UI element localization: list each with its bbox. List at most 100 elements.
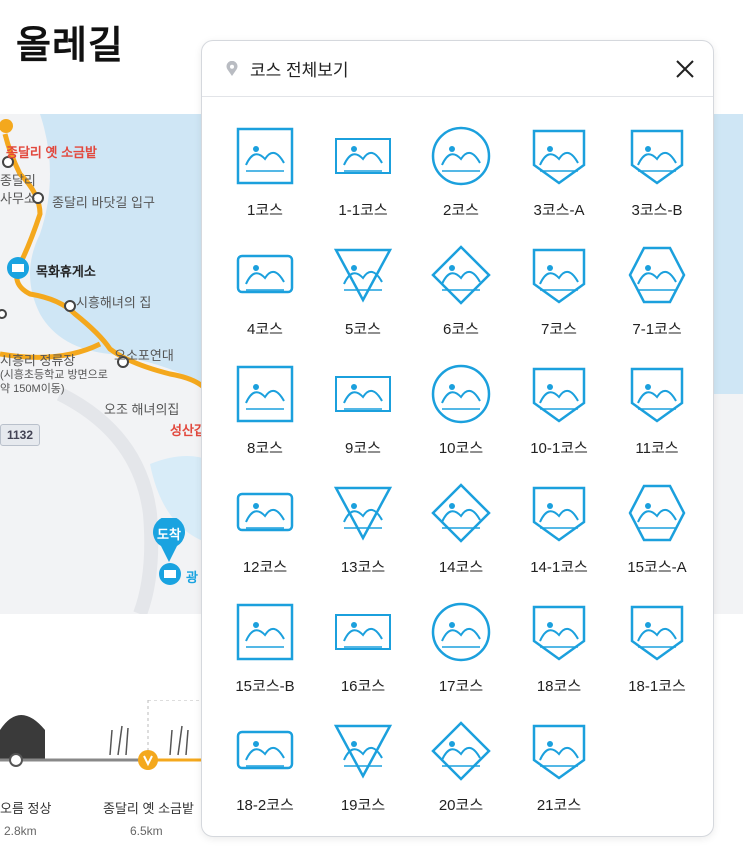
course-stamp-icon [628, 246, 686, 304]
modal-title: 코스 전체보기 [250, 61, 349, 80]
course-item[interactable]: 8코스 [216, 359, 314, 478]
course-item[interactable]: 2코스 [412, 121, 510, 240]
map-label-bada-entrance[interactable]: 종달리 바닷길 입구 [52, 192, 155, 211]
course-stamp-icon [532, 248, 586, 304]
course-label: 19코스 [340, 797, 386, 814]
course-stamp-icon [333, 486, 393, 541]
course-label: 18-2코스 [236, 797, 294, 814]
course-label: 8코스 [247, 440, 283, 457]
course-label: 1코스 [247, 202, 283, 219]
map-label-haenyeo-house[interactable]: 시흥해녀의 집 [76, 292, 151, 311]
course-stamp-icon [236, 365, 294, 423]
elevation-point-label: 종달리 옛 소금밭 [103, 801, 194, 816]
course-stamp-icon [431, 364, 491, 424]
course-label: 7-1코스 [632, 321, 682, 338]
course-label: 3코스-A [533, 202, 585, 219]
course-label: 14코스 [438, 559, 484, 576]
arrival-label: 도착 [157, 527, 181, 542]
course-item[interactable]: 15코스-B [216, 597, 314, 716]
course-stamp-icon [431, 721, 491, 781]
course-item[interactable]: 21코스 [510, 716, 608, 835]
map-label-saltpan[interactable]: 종달리 옛 소금밭 [6, 142, 97, 161]
course-stamp-icon [335, 614, 391, 650]
course-label: 9코스 [345, 440, 381, 457]
course-item[interactable]: 17코스 [412, 597, 510, 716]
course-stamp-icon [431, 245, 491, 305]
course-stamp-icon [335, 376, 391, 412]
course-stamp-icon [630, 129, 684, 185]
course-label: 5코스 [345, 321, 381, 338]
course-item[interactable]: 6코스 [412, 240, 510, 359]
course-label: 18코스 [536, 678, 582, 695]
course-item[interactable]: 1-1코스 [314, 121, 412, 240]
modal-header: 코스 전체보기 [202, 41, 713, 97]
course-label: 21코스 [536, 797, 582, 814]
elevation-profile: 오름 정상 2.8km 종달리 옛 소금밭 6.5km [0, 699, 220, 838]
close-icon[interactable] [671, 55, 699, 83]
map-label-ososo[interactable]: 오소포연대 [114, 345, 174, 364]
course-stamp-icon [630, 367, 684, 423]
road-number-badge: 1132 [0, 424, 40, 446]
course-item[interactable]: 3코스-B [608, 121, 706, 240]
course-label: 12코스 [242, 559, 288, 576]
course-stamp-icon [532, 129, 586, 185]
course-stamp-icon [431, 126, 491, 186]
course-stamp-icon [431, 602, 491, 662]
map-label-office: 사무소 [0, 191, 36, 206]
course-item[interactable]: 4코스 [216, 240, 314, 359]
course-item[interactable]: 10-1코스 [510, 359, 608, 478]
course-item[interactable]: 10코스 [412, 359, 510, 478]
course-page: 올레길 종달리 옛 소금밭 종달리 사무소 종달리 바닷길 입구 목화휴게소 시… [0, 0, 743, 860]
course-label: 4코스 [247, 321, 283, 338]
course-stamp-icon [333, 248, 393, 303]
course-item[interactable]: 13코스 [314, 478, 412, 597]
course-stamp-icon [431, 483, 491, 543]
elevation-point-label: 오름 정상 [0, 801, 52, 816]
course-item[interactable]: 19코스 [314, 716, 412, 835]
course-label: 10코스 [438, 440, 484, 457]
course-label: 10-1코스 [530, 440, 588, 457]
course-item[interactable]: 18-1코스 [608, 597, 706, 716]
course-grid: 1코스 1-1코스 2코스 3코스-A 3코스-B 4코스 5코스 6코스 7코스 7-1코스 8코… [216, 121, 706, 835]
course-item[interactable]: 3코스-A [510, 121, 608, 240]
course-label: 16코스 [340, 678, 386, 695]
course-item[interactable]: 18-2코스 [216, 716, 314, 835]
course-overview-modal: 코스 전체보기 1코스 1-1코스 2코스 3코스-A 3코스-B 4코스 5코스 6코스 7코… [201, 40, 714, 837]
course-item[interactable]: 18코스 [510, 597, 608, 716]
page-title: 올레길 [16, 25, 124, 67]
course-item[interactable]: 14-1코스 [510, 478, 608, 597]
course-stamp-icon [236, 730, 294, 770]
course-item[interactable]: 14코스 [412, 478, 510, 597]
map-label-gwang: 광 [186, 570, 198, 585]
course-item[interactable]: 12코스 [216, 478, 314, 597]
course-stamp-icon [630, 605, 684, 661]
course-item[interactable]: 7코스 [510, 240, 608, 359]
elevation-point-km: 6.5km [130, 824, 163, 838]
course-stamp-icon [236, 127, 294, 185]
course-stamp-icon [236, 492, 294, 532]
course-label: 14-1코스 [530, 559, 588, 576]
course-label: 15코스-B [235, 678, 295, 695]
course-item[interactable]: 1코스 [216, 121, 314, 240]
map-label-mokhwa[interactable]: 목화휴게소 [36, 261, 96, 280]
course-label: 11코스 [635, 440, 679, 457]
course-stamp-icon [532, 367, 586, 423]
course-stamp-icon [236, 603, 294, 661]
course-label: 15코스-A [627, 559, 687, 576]
course-item[interactable]: 5코스 [314, 240, 412, 359]
course-stamp-icon [333, 724, 393, 779]
elevation-point-km: 2.8km [4, 824, 37, 838]
elevation-graphic [0, 699, 220, 770]
course-stamp-icon [532, 724, 586, 780]
course-label: 17코스 [438, 678, 484, 695]
course-item[interactable]: 9코스 [314, 359, 412, 478]
course-item[interactable]: 20코스 [412, 716, 510, 835]
course-stamp-icon [236, 254, 294, 294]
map-label-ojo[interactable]: 오조 해녀의집 [104, 399, 179, 418]
course-item[interactable]: 16코스 [314, 597, 412, 716]
course-item[interactable]: 7-1코스 [608, 240, 706, 359]
course-item[interactable]: 15코스-A [608, 478, 706, 597]
course-label: 1-1코스 [338, 202, 388, 219]
course-item[interactable]: 11코스 [608, 359, 706, 478]
course-stamp-icon [532, 605, 586, 661]
